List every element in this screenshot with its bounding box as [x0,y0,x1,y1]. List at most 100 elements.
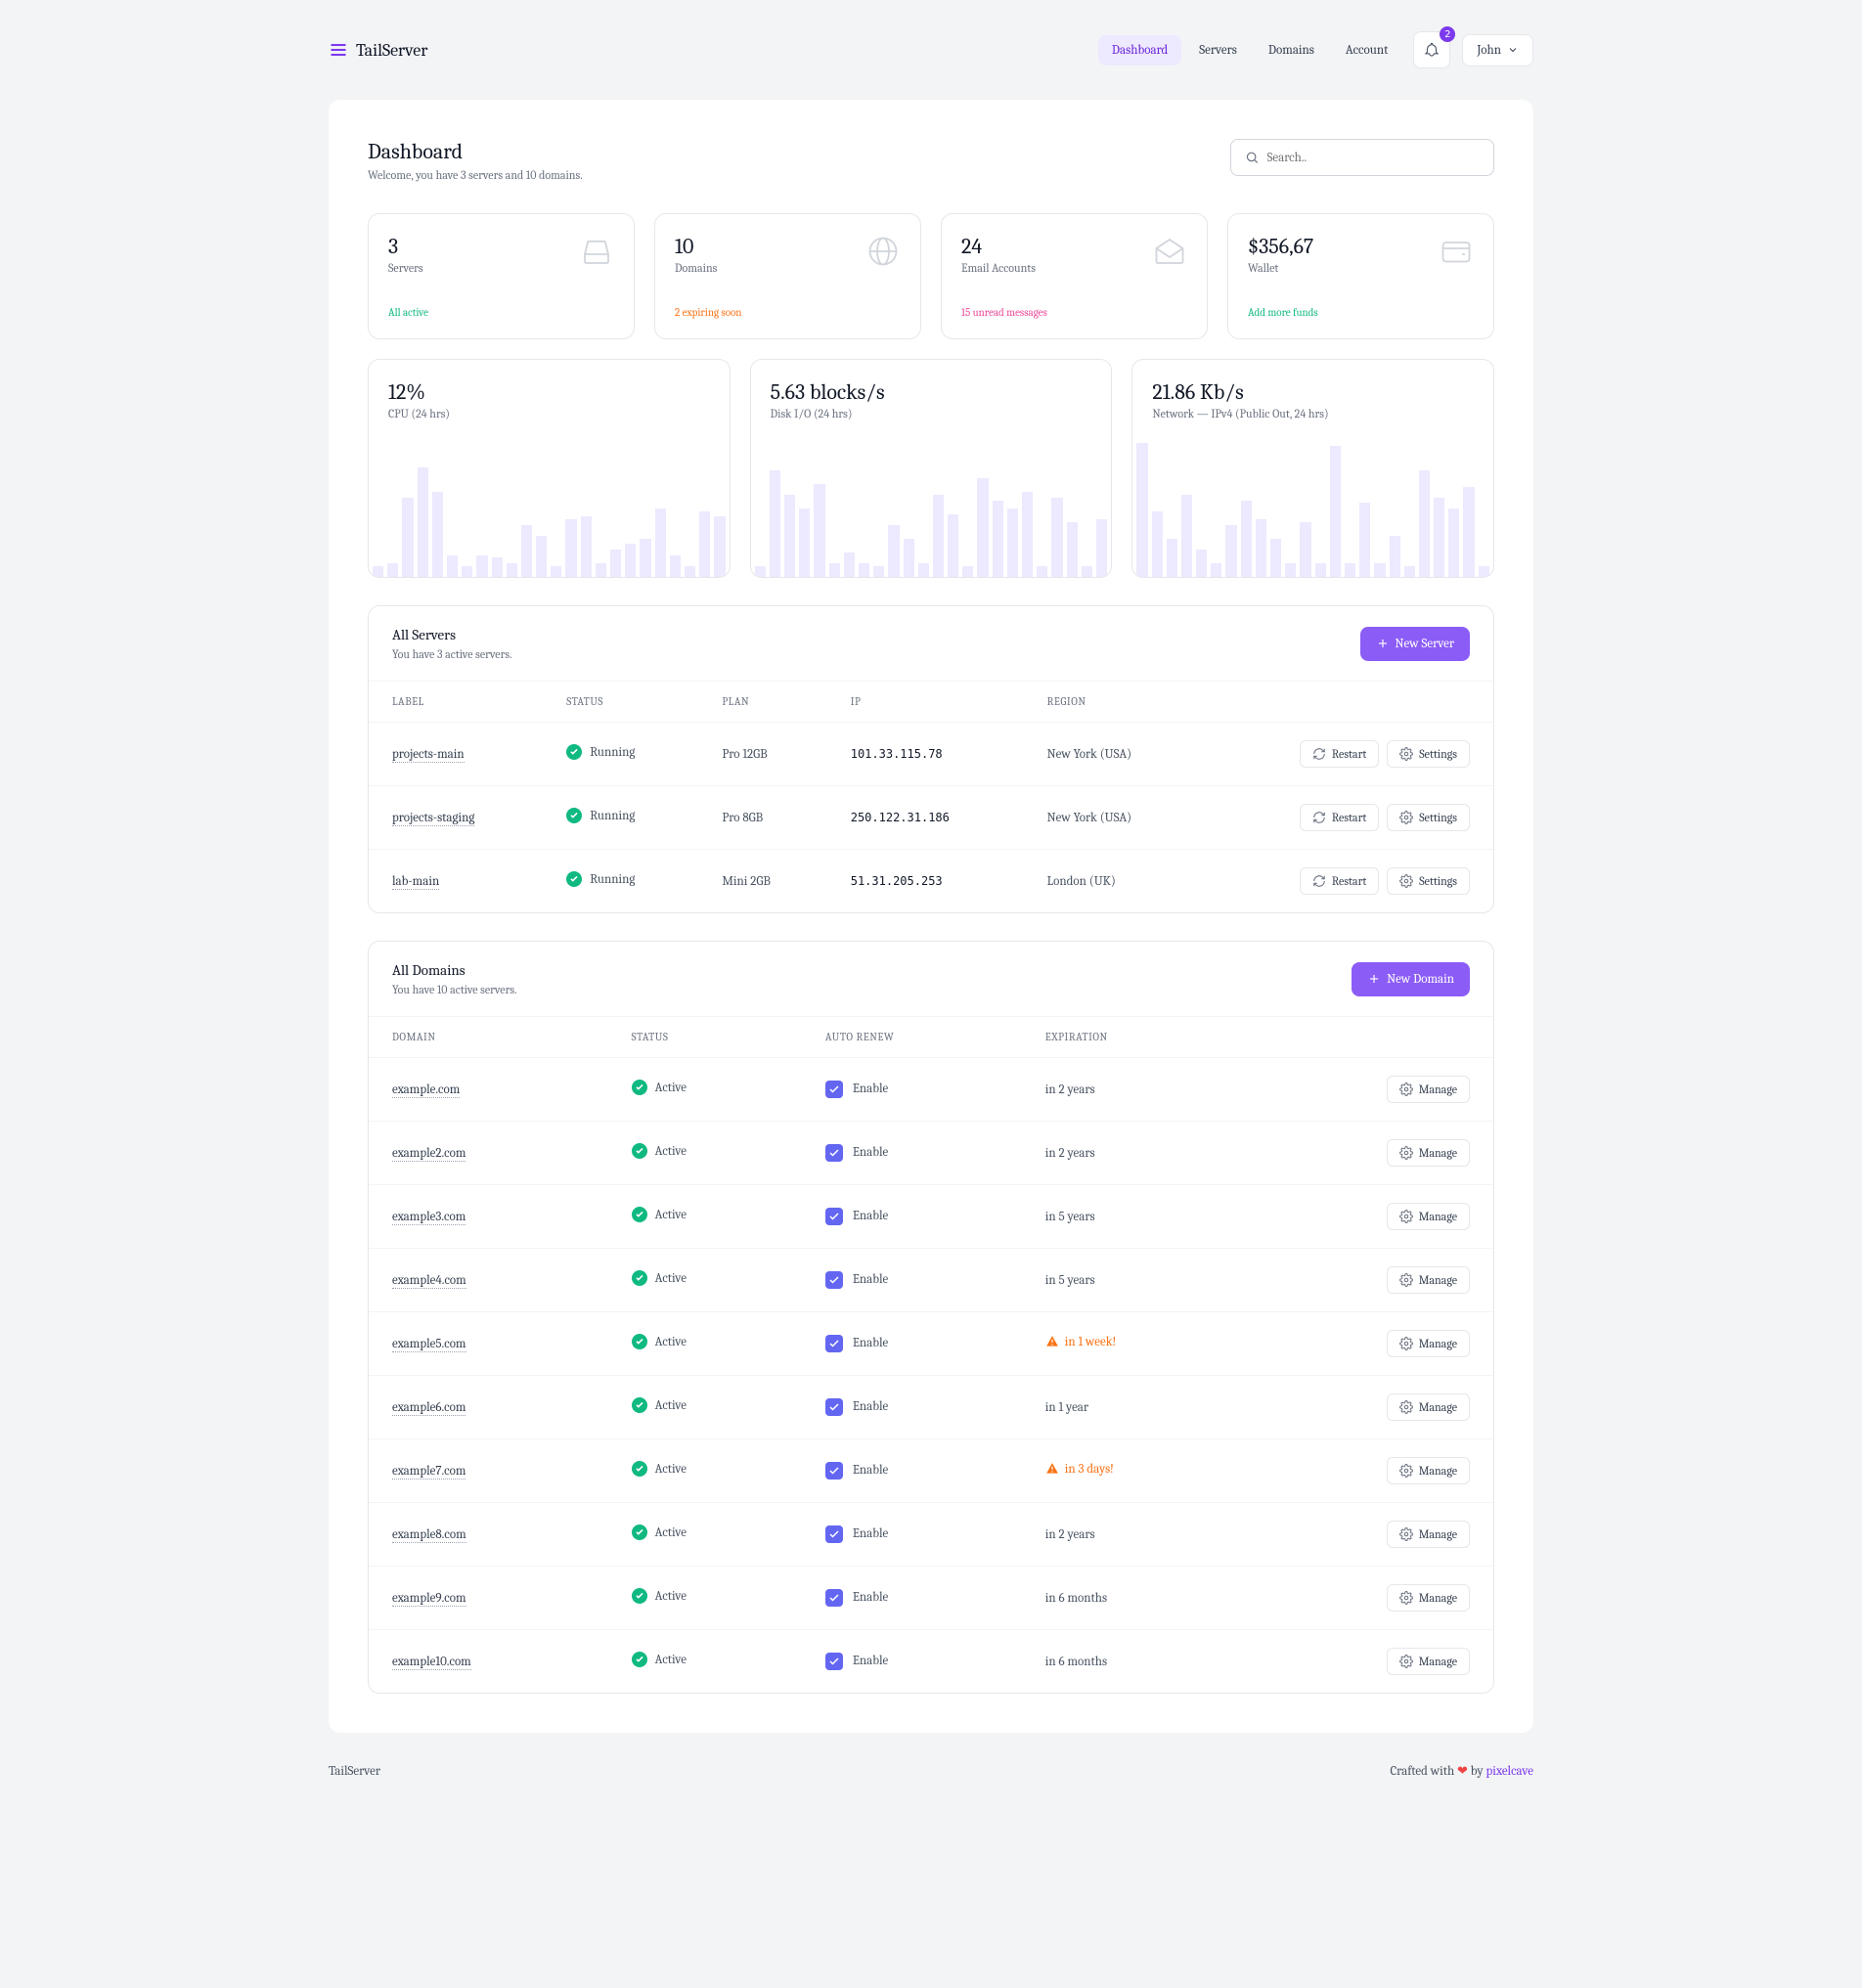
table-row: example7.comActiveEnablein 3 days!Manage [369,1439,1493,1503]
manage-button[interactable]: Manage [1387,1648,1470,1675]
nav-dashboard[interactable]: Dashboard [1098,35,1181,66]
gear-icon [1399,1464,1413,1478]
check-circle-icon [632,1270,647,1286]
status-badge: Active [632,1524,687,1540]
footer-brand[interactable]: TailServer [329,1764,380,1779]
stat-servers-value: 3 [388,234,423,259]
chart-bar [844,552,855,577]
expiration-text: in 2 years [1045,1082,1095,1097]
settings-button[interactable]: Settings [1387,740,1470,768]
plus-icon [1376,637,1390,650]
restart-button[interactable]: Restart [1300,867,1379,895]
auto-renew-toggle[interactable]: Enable [825,1462,888,1480]
user-name: John [1477,43,1501,58]
status-badge: Active [632,1397,687,1413]
domain-link[interactable]: example9.com [392,1591,466,1607]
chart-bar [596,563,606,577]
domain-link[interactable]: example2.com [392,1146,466,1162]
status-badge: Active [632,1143,687,1159]
domain-link[interactable]: example4.com [392,1273,466,1289]
table-row: example5.comActiveEnablein 1 week!Manage [369,1312,1493,1376]
settings-button[interactable]: Settings [1387,867,1470,895]
notifications-button[interactable]: 2 [1413,31,1450,68]
domains-title: All Domains [392,961,517,979]
chart-bar [904,539,914,577]
chart-disk-bars [751,440,1112,577]
domain-link[interactable]: example8.com [392,1527,466,1543]
stat-domains-value: 10 [675,234,717,259]
restart-button[interactable]: Restart [1300,740,1379,768]
manage-button[interactable]: Manage [1387,1457,1470,1484]
chart-net-value: 21.86 Kb/s [1152,379,1474,405]
server-region: New York (USA) [1024,786,1201,850]
nav-servers[interactable]: Servers [1185,35,1251,66]
server-label-link[interactable]: projects-main [392,747,465,763]
manage-button[interactable]: Manage [1387,1139,1470,1167]
nav-domains[interactable]: Domains [1255,35,1328,66]
chart-bar [1067,522,1078,577]
server-label-link[interactable]: projects-staging [392,811,474,826]
stat-card-emails: 24Email Accounts 15 unread messages [941,213,1208,339]
manage-button[interactable]: Manage [1387,1584,1470,1612]
table-row: example6.comActiveEnablein 1 yearManage [369,1376,1493,1439]
stat-servers-foot[interactable]: All active [388,306,614,319]
check-circle-icon [632,1588,647,1604]
server-label-link[interactable]: lab-main [392,874,439,890]
chart-bar [1419,470,1430,577]
auto-renew-toggle[interactable]: Enable [825,1271,888,1289]
domain-link[interactable]: example.com [392,1082,460,1098]
auto-renew-toggle[interactable]: Enable [825,1589,888,1607]
manage-button[interactable]: Manage [1387,1266,1470,1294]
domain-link[interactable]: example6.com [392,1400,466,1416]
check-circle-icon [632,1334,647,1349]
domain-link[interactable]: example7.com [392,1464,466,1480]
nav-account[interactable]: Account [1332,35,1401,66]
stat-domains-foot[interactable]: 2 expiring soon [675,306,901,319]
auto-renew-toggle[interactable]: Enable [825,1208,888,1225]
manage-button[interactable]: Manage [1387,1076,1470,1103]
auto-renew-toggle[interactable]: Enable [825,1653,888,1670]
expiration-text: in 2 years [1045,1146,1095,1161]
refresh-icon [1312,874,1326,888]
brand-logo[interactable]: TailServer [329,40,427,61]
domain-link[interactable]: example10.com [392,1655,471,1670]
status-badge: Active [632,1080,687,1095]
stat-emails-foot[interactable]: 15 unread messages [961,306,1187,319]
servers-title: All Servers [392,626,512,643]
stat-wallet-foot[interactable]: Add more funds [1248,306,1474,319]
check-circle-icon [566,744,582,760]
manage-button[interactable]: Manage [1387,1330,1470,1357]
new-domain-button[interactable]: New Domain [1352,962,1470,996]
server-stack-icon [329,40,348,60]
status-badge: Active [632,1588,687,1604]
check-circle-icon [632,1143,647,1159]
manage-button[interactable]: Manage [1387,1393,1470,1421]
col-domain: Domain [369,1017,608,1058]
auto-renew-toggle[interactable]: Enable [825,1398,888,1416]
gear-icon [1399,1082,1413,1096]
manage-button[interactable]: Manage [1387,1521,1470,1548]
notification-badge: 2 [1440,26,1455,42]
footer-link[interactable]: pixelcave [1485,1764,1533,1779]
manage-button[interactable]: Manage [1387,1203,1470,1230]
table-row: example9.comActiveEnablein 6 monthsManag… [369,1567,1493,1630]
auto-renew-toggle[interactable]: Enable [825,1335,888,1352]
settings-button[interactable]: Settings [1387,804,1470,831]
stat-wallet-value: $356,67 [1248,234,1313,259]
check-icon [828,1592,840,1604]
auto-renew-toggle[interactable]: Enable [825,1144,888,1162]
search-input[interactable] [1267,151,1481,165]
chart-bar [1007,508,1018,577]
search-box[interactable] [1230,139,1494,176]
auto-renew-toggle[interactable]: Enable [825,1525,888,1543]
user-menu-button[interactable]: John [1462,34,1533,66]
status-badge: Active [632,1461,687,1477]
auto-renew-toggle[interactable]: Enable [825,1081,888,1098]
restart-button[interactable]: Restart [1300,804,1379,831]
new-server-button[interactable]: New Server [1360,627,1470,661]
check-icon [828,1083,840,1095]
domain-link[interactable]: example3.com [392,1210,466,1225]
chart-bar [799,508,810,577]
domain-link[interactable]: example5.com [392,1337,466,1352]
table-row: projects-stagingRunningPro 8GB250.122.31… [369,786,1493,850]
